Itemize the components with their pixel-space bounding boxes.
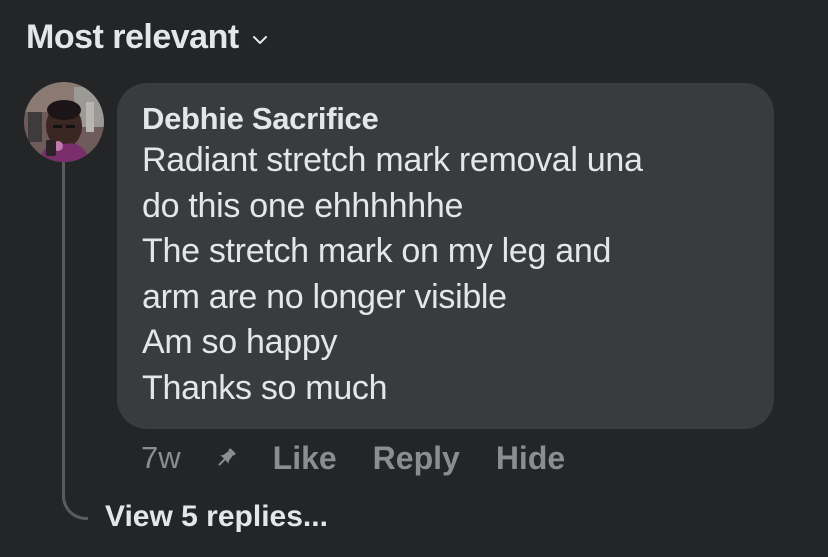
sort-label: Most relevant <box>26 18 239 56</box>
comment-line: The stretch mark on my leg and <box>142 232 612 270</box>
comment-line: Radiant stretch mark removal una <box>142 141 643 179</box>
like-button[interactable]: Like <box>273 440 337 477</box>
comment-bubble: Debhie Sacrifice Radiant stretch mark re… <box>117 83 774 429</box>
comment-timestamp[interactable]: 7w <box>141 440 181 476</box>
hide-button[interactable]: Hide <box>496 440 565 477</box>
comment-section: Most relevant Debhie Sacrifice Radiant s… <box>0 0 828 557</box>
thread-connector-line <box>62 160 88 520</box>
reply-button[interactable]: Reply <box>373 440 460 477</box>
avatar[interactable] <box>24 82 104 162</box>
sort-dropdown[interactable]: Most relevant <box>26 18 269 57</box>
comment-line: Am so happy <box>142 323 338 361</box>
comment-actions: 7w Like Reply Hide <box>141 438 601 478</box>
comment-text: Radiant stretch mark removal una do this… <box>142 138 748 411</box>
comment-author[interactable]: Debhie Sacrifice <box>142 101 748 137</box>
comment-line: arm are no longer visible <box>142 277 507 316</box>
comment-line: Thanks so much <box>142 368 388 407</box>
view-replies-link[interactable]: View 5 replies... <box>105 500 328 534</box>
chevron-down-icon <box>251 31 269 49</box>
pin-icon <box>213 445 239 471</box>
comment-line: do this one ehhhhhhe <box>142 186 464 225</box>
